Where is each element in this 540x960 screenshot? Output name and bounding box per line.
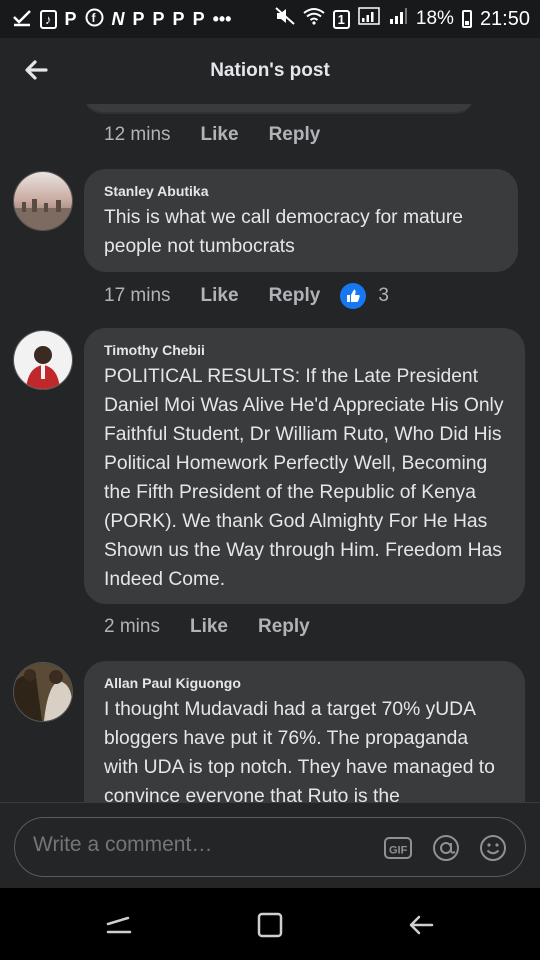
app-p-icon: P <box>192 9 205 29</box>
comment-input[interactable] <box>31 832 355 858</box>
comment-actions: 2 mins Like Reply <box>104 616 340 638</box>
comment-author[interactable]: Stanley Abutika <box>104 183 498 199</box>
battery-icon <box>461 10 472 28</box>
status-bar: ♪ P f N P P P P ••• 1 18% 21:50 <box>0 0 540 38</box>
comment-composer[interactable]: GIF <box>14 817 526 877</box>
svg-text:f: f <box>91 11 96 25</box>
signal-icon <box>358 7 380 31</box>
comment-bubble[interactable]: Stanley Abutika This is what we call dem… <box>84 169 518 272</box>
home-icon[interactable] <box>255 910 285 940</box>
clock: 21:50 <box>479 7 530 30</box>
app-p-icon: P <box>64 9 77 29</box>
comment-text: POLITICAL RESULTS: If the Late President… <box>104 366 504 590</box>
comment-actions: 17 mins Like Reply 3 <box>104 283 389 309</box>
reply-button[interactable]: Reply <box>269 124 321 146</box>
comment-text: I thought Mudavadi had a target 70% yUDA… <box>104 699 495 802</box>
emoji-icon[interactable] <box>478 833 508 863</box>
sim-badge: 1 <box>332 9 350 29</box>
avatar[interactable] <box>13 662 73 722</box>
header: Nation's post <box>0 38 540 104</box>
previous-comment-actions: 12 mins Like Reply <box>104 124 350 146</box>
comment-bubble[interactable]: Allan Paul Kiguongo I thought Mudavadi h… <box>84 661 525 802</box>
more-notifications-icon: ••• <box>212 9 232 29</box>
comment-author[interactable]: Allan Paul Kiguongo <box>104 675 505 691</box>
previous-comment-bubble <box>84 104 474 112</box>
mention-icon[interactable] <box>431 833 461 863</box>
comment-text: This is what we call democracy for matur… <box>104 207 463 257</box>
mute-icon <box>275 7 295 31</box>
comment-time: 2 mins <box>104 616 160 637</box>
facebook-icon: f <box>85 8 104 30</box>
comments-list[interactable]: 12 mins Like Reply Stanley Abutika This … <box>0 104 540 802</box>
comment-time: 17 mins <box>104 285 171 306</box>
like-button[interactable]: Like <box>201 124 239 146</box>
app-p-icon: P <box>132 9 145 29</box>
reply-button[interactable]: Reply <box>269 285 321 307</box>
battery-percent: 18% <box>415 8 454 29</box>
comment-author[interactable]: Timothy Chebii <box>104 342 505 358</box>
wifi-icon <box>303 7 325 31</box>
page-title: Nation's post <box>210 60 330 81</box>
signal-icon <box>388 7 408 31</box>
avatar[interactable] <box>13 330 73 390</box>
status-bar-left: ♪ P f N P P P P ••• <box>12 8 231 30</box>
gif-icon[interactable]: GIF <box>383 833 413 863</box>
like-button[interactable]: Like <box>190 616 228 638</box>
app-p-icon: P <box>152 9 165 29</box>
back-nav-icon[interactable] <box>406 910 436 940</box>
like-button[interactable]: Like <box>201 285 239 307</box>
newsapp-icon: N <box>111 9 125 29</box>
reaction-summary[interactable]: 3 <box>340 283 389 309</box>
system-nav-bar <box>0 888 540 960</box>
reply-button[interactable]: Reply <box>258 616 310 638</box>
thumbs-up-icon <box>340 283 367 309</box>
comment-bubble[interactable]: Timothy Chebii POLITICAL RESULTS: If the… <box>84 328 525 604</box>
recent-apps-icon[interactable] <box>104 910 134 940</box>
comment-time: 12 mins <box>104 124 171 145</box>
avatar[interactable] <box>13 171 73 231</box>
reaction-count: 3 <box>378 285 389 306</box>
svg-text:GIF: GIF <box>389 845 408 857</box>
app-p-icon: P <box>172 9 185 29</box>
tiktok-icon: ♪ <box>40 9 57 29</box>
checkmark-icon <box>12 9 32 30</box>
status-bar-right: 1 18% 21:50 <box>275 7 530 31</box>
comment-composer-area: GIF <box>0 802 540 889</box>
